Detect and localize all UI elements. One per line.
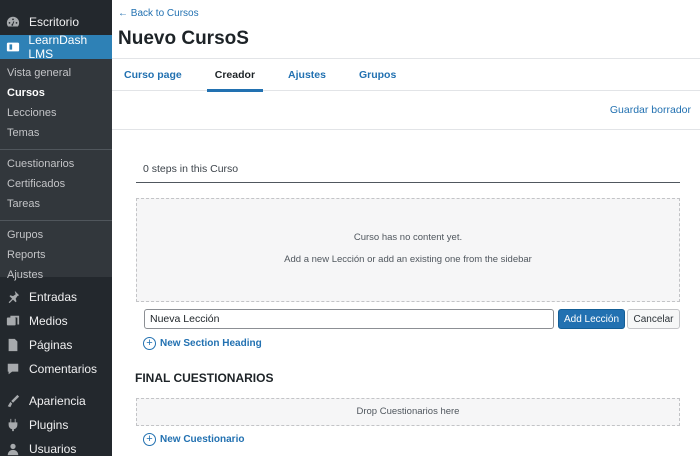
menu-paginas[interactable]: Páginas: [0, 333, 112, 357]
menu-medios[interactable]: Medios: [0, 309, 112, 333]
save-draft-button[interactable]: Guardar borrador: [610, 104, 691, 116]
pushpin-icon: [5, 289, 21, 305]
submenu-vista-general[interactable]: Vista general: [0, 63, 112, 83]
submenu-cuestionarios[interactable]: Cuestionarios: [0, 154, 112, 174]
main-content: ← Back to Cursos Nuevo CursoS Curso page…: [112, 0, 700, 456]
new-lesson-input[interactable]: [144, 309, 554, 329]
menu-usuarios-label: Usuarios: [29, 442, 77, 456]
submenu-tareas[interactable]: Tareas: [0, 194, 112, 214]
menu-entradas[interactable]: Entradas: [0, 285, 112, 309]
plus-circle-icon: +: [143, 337, 156, 350]
menu-usuarios[interactable]: Usuarios: [0, 437, 112, 456]
menu-entradas-label: Entradas: [29, 290, 78, 304]
menu-apariencia[interactable]: Apariencia: [0, 389, 112, 413]
users-icon: [5, 441, 21, 456]
empty-hint: Add a new Lección or add an existing one…: [284, 254, 532, 265]
quizzes-drop-zone[interactable]: Drop Cuestionarios here: [136, 398, 680, 426]
back-to-cursos-link[interactable]: ← Back to Cursos: [118, 8, 199, 19]
submenu-divider: [0, 149, 112, 150]
submenu-lecciones[interactable]: Lecciones: [0, 103, 112, 123]
submenu-divider: [0, 220, 112, 221]
menu-paginas-label: Páginas: [29, 338, 73, 352]
learndash-submenu: Vista general Cursos Lecciones Temas Cue…: [0, 59, 112, 281]
menu-dashboard-label: Escritorio: [29, 15, 80, 29]
final-quizzes-heading: FINAL CUESTIONARIOS: [135, 371, 274, 385]
menu-learndash[interactable]: LearnDash LMS: [0, 33, 112, 61]
media-icon: [5, 313, 21, 329]
lower-menu: Entradas Medios Páginas Comentarios Apar…: [0, 285, 112, 456]
comments-icon: [5, 361, 21, 377]
submenu-certificados[interactable]: Certificados: [0, 174, 112, 194]
appearance-icon: [5, 393, 21, 409]
admin-sidebar: Escritorio LearnDash LMS Vista general C…: [0, 0, 112, 456]
pages-icon: [5, 337, 21, 353]
menu-medios-label: Medios: [29, 314, 68, 328]
menu-apariencia-label: Apariencia: [29, 394, 86, 408]
new-section-heading-button[interactable]: + New Section Heading: [143, 337, 262, 350]
submenu-reports[interactable]: Reports: [0, 245, 112, 265]
page-title: Nuevo CursoS: [118, 28, 249, 49]
submenu-grupos[interactable]: Grupos: [0, 225, 112, 245]
menu-learndash-label: LearnDash LMS: [28, 33, 88, 61]
lessons-drop-zone[interactable]: Curso has no content yet. Add a new Lecc…: [136, 198, 680, 302]
tab-ajustes[interactable]: Ajustes: [280, 59, 334, 91]
submenu-ajustes[interactable]: Ajustes: [0, 265, 112, 285]
menu-comentarios-label: Comentarios: [29, 362, 98, 376]
tab-grupos[interactable]: Grupos: [351, 59, 404, 91]
submenu-cursos[interactable]: Cursos: [0, 83, 112, 103]
menu-dashboard[interactable]: Escritorio: [0, 10, 112, 34]
menu-plugins-label: Plugins: [29, 418, 69, 432]
plugins-icon: [5, 417, 21, 433]
new-quiz-button[interactable]: + New Cuestionario: [143, 433, 244, 446]
learndash-icon: [5, 39, 20, 55]
menu-comentarios[interactable]: Comentarios: [0, 357, 112, 381]
tab-creador[interactable]: Creador: [206, 59, 264, 92]
steps-count: 0 steps in this Curso: [136, 157, 680, 183]
tab-curso-page[interactable]: Curso page: [116, 59, 190, 91]
add-lesson-button[interactable]: Add Lección: [558, 309, 625, 329]
builder-tabs: Curso page Creador Ajustes Grupos: [112, 58, 700, 92]
new-quiz-label: New Cuestionario: [160, 434, 245, 445]
new-section-label: New Section Heading: [160, 338, 262, 349]
cancel-button[interactable]: Cancelar: [627, 309, 680, 329]
plus-circle-icon: +: [143, 433, 156, 446]
menu-plugins[interactable]: Plugins: [0, 413, 112, 437]
dashboard-icon: [5, 14, 21, 30]
submenu-temas[interactable]: Temas: [0, 123, 112, 143]
empty-message: Curso has no content yet.: [353, 232, 463, 243]
